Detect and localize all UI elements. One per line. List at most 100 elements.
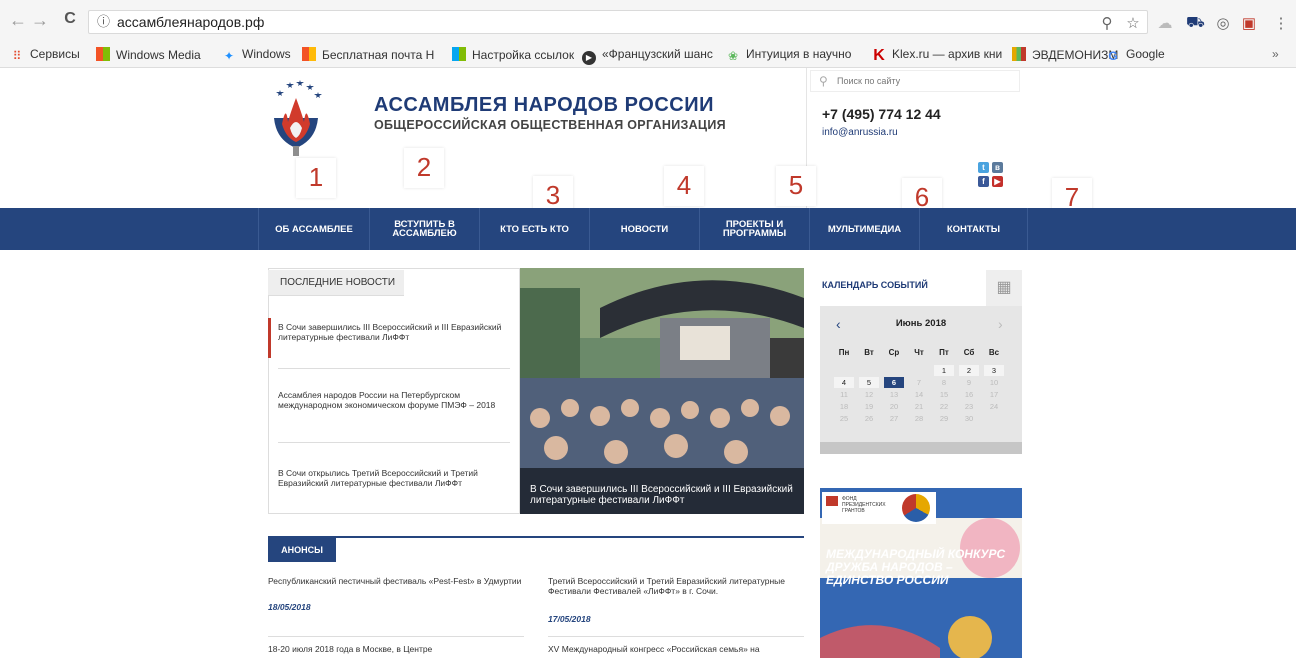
calendar-month: Июнь 2018 bbox=[895, 318, 947, 329]
calendar-day[interactable]: 28 bbox=[909, 413, 929, 424]
twitter-icon[interactable]: t bbox=[978, 162, 989, 173]
leaf-icon: ❀ bbox=[727, 49, 739, 63]
marker-2: 2 bbox=[404, 148, 444, 188]
calendar-day[interactable]: 15 bbox=[934, 389, 954, 400]
nav-contacts[interactable]: КОНТАКТЫ bbox=[920, 208, 1028, 250]
forward-button[interactable]: → bbox=[30, 10, 50, 31]
reload-button[interactable]: C bbox=[60, 10, 80, 28]
nav-about[interactable]: ОБ АССАМБЛЕЕ bbox=[258, 208, 370, 250]
bookmark-google[interactable]: G Google bbox=[1106, 47, 1164, 63]
bookmarks-bar: ⠿ Сервисы Windows Media ✦ Windows Бесплатн… bbox=[0, 44, 1296, 66]
bookmark-windows-media[interactable]: Windows Media bbox=[96, 47, 214, 62]
zoom-icon[interactable]: ⚲ bbox=[1098, 14, 1116, 32]
anons-item-2-title[interactable]: Третий Всероссийский и Третий Евразийски… bbox=[548, 576, 798, 596]
calendar-day[interactable]: 9 bbox=[959, 377, 979, 388]
latest-news-tab[interactable]: ПОСЛЕДНИЕ НОВОСТИ bbox=[268, 270, 404, 296]
calendar-day[interactable]: 27 bbox=[884, 413, 904, 424]
email-link[interactable]: info@anrussia.ru bbox=[822, 127, 898, 138]
apps-icon: ⠿ bbox=[12, 49, 22, 63]
calendar-day[interactable]: 25 bbox=[834, 413, 854, 424]
weekday-label: Чт bbox=[914, 348, 924, 357]
bookmark-french[interactable]: ▶ «Французский шанс bbox=[582, 47, 718, 65]
info-icon[interactable]: ⓘ bbox=[97, 11, 110, 33]
news-item-1[interactable]: В Сочи завершились III Всероссийский и I… bbox=[272, 322, 512, 342]
calendar-icon[interactable]: ▦ bbox=[986, 270, 1022, 306]
bookmark-windows[interactable]: ✦ Windows bbox=[222, 47, 302, 63]
calendar-day[interactable]: 4 bbox=[834, 377, 854, 388]
calendar-day[interactable]: 24 bbox=[984, 401, 1004, 412]
anons-divider bbox=[268, 636, 524, 637]
calendar-day[interactable]: 19 bbox=[859, 401, 879, 412]
nav-who-is-who[interactable]: КТО ЕСТЬ КТО bbox=[480, 208, 590, 250]
weekday-label: Пт bbox=[939, 348, 949, 357]
marker-4: 4 bbox=[664, 166, 704, 206]
address-bar[interactable]: ⓘ ассамблеянародов.рф bbox=[88, 10, 1148, 34]
calendar-day[interactable]: 7 bbox=[909, 377, 929, 388]
bookmark-mail[interactable]: Бесплатная почта Н bbox=[302, 47, 444, 62]
calendar-day[interactable]: 8 bbox=[934, 377, 954, 388]
back-button[interactable]: ← bbox=[8, 10, 28, 31]
nav-multimedia[interactable]: МУЛЬТИМЕДИА bbox=[810, 208, 920, 250]
calendar-day[interactable]: 18 bbox=[834, 401, 854, 412]
weekday-label: Пн bbox=[838, 348, 850, 357]
cart-icon[interactable]: ⛟ bbox=[1186, 14, 1205, 33]
google-icon: G bbox=[1108, 49, 1118, 63]
calendar-day[interactable]: 14 bbox=[909, 389, 929, 400]
site-subtitle: ОБЩЕРОССИЙСКАЯ ОБЩЕСТВЕННАЯ ОРГАНИЗАЦИЯ bbox=[374, 118, 726, 132]
browser-chrome: ← → C ⓘ ассамблеянародов.рф ⚲ ☆ ☁ ⛟ ◎ ▣ … bbox=[0, 0, 1296, 68]
calendar-day[interactable]: 21 bbox=[909, 401, 929, 412]
calendar-day[interactable]: 23 bbox=[959, 401, 979, 412]
anons-item-3-title[interactable]: 18-20 июля 2018 года в Москве, в Центре bbox=[268, 644, 530, 654]
site-search-input[interactable]: ⚲ Поиск по сайту bbox=[810, 70, 1020, 92]
bookmark-klex[interactable]: K Klex.ru — архив кни bbox=[872, 47, 1004, 63]
anons-item-4-title[interactable]: XV Международный конгресс «Российская се… bbox=[548, 644, 804, 654]
winxp-icon: ✦ bbox=[223, 49, 235, 63]
bookmark-intuition[interactable]: ❀ Интуиция в научно bbox=[726, 47, 858, 63]
star-icon[interactable]: ☆ bbox=[1124, 14, 1142, 32]
news-item-2[interactable]: Ассамблея народов России на Петербургско… bbox=[272, 390, 512, 410]
calendar-day[interactable]: 10 bbox=[984, 377, 1004, 388]
address-row: ← → C ⓘ ассамблеянародов.рф ⚲ ☆ ☁ ⛟ ◎ ▣ … bbox=[0, 6, 1296, 36]
calendar-day[interactable]: 20 bbox=[884, 401, 904, 412]
bookmarks-more[interactable]: » bbox=[1272, 47, 1279, 61]
calendar-day[interactable]: 3 bbox=[984, 365, 1004, 376]
calendar-next-button[interactable]: › bbox=[998, 316, 1003, 332]
calendar-day[interactable]: 30 bbox=[959, 413, 979, 424]
photo-caption[interactable]: В Сочи завершились III Всероссийский и I… bbox=[530, 484, 800, 506]
calendar-day[interactable]: 11 bbox=[834, 389, 854, 400]
calendar-day[interactable]: 22 bbox=[934, 401, 954, 412]
site-title[interactable]: АССАМБЛЕЯ НАРОДОВ РОССИИ bbox=[374, 94, 714, 117]
extension2-icon[interactable]: ◎ bbox=[1214, 14, 1232, 32]
calendar-day[interactable]: 6 bbox=[884, 377, 904, 388]
calendar-day[interactable]: 13 bbox=[884, 389, 904, 400]
calendar-day[interactable]: 16 bbox=[959, 389, 979, 400]
bookmark-evdemonism[interactable]: ЭВДЕМОНИЗМ bbox=[1012, 47, 1118, 62]
vk-icon[interactable]: в bbox=[992, 162, 1003, 173]
assembly-logo[interactable] bbox=[264, 78, 328, 158]
bookmark-services[interactable]: ⠿ Сервисы bbox=[10, 47, 80, 63]
calendar-day[interactable]: 1 bbox=[934, 365, 954, 376]
phone-number: +7 (495) 774 12 44 bbox=[822, 106, 941, 122]
anons-tab[interactable]: АНОНСЫ bbox=[268, 538, 336, 562]
calendar-day[interactable]: 12 bbox=[859, 389, 879, 400]
calendar-day[interactable]: 26 bbox=[859, 413, 879, 424]
fund-emblem-icon bbox=[902, 494, 930, 522]
anons-item-1-title[interactable]: Республиканский пестичный фестиваль «Pes… bbox=[268, 576, 530, 586]
calendar-day[interactable]: 29 bbox=[934, 413, 954, 424]
search-placeholder: Поиск по сайту bbox=[837, 76, 901, 86]
weekday-label: Ср bbox=[888, 348, 900, 357]
facebook-icon[interactable]: f bbox=[978, 176, 989, 187]
news-photo[interactable] bbox=[520, 268, 804, 514]
nav-projects[interactable]: ПРОЕКТЫ И ПРОГРАММЫ bbox=[700, 208, 810, 250]
calendar-day[interactable]: 5 bbox=[859, 377, 879, 388]
bookmark-links[interactable]: Настройка ссылок bbox=[452, 47, 574, 62]
news-item-3[interactable]: В Сочи открылись Третий Всероссийский и … bbox=[272, 468, 512, 488]
calendar-day[interactable]: 2 bbox=[959, 365, 979, 376]
extension-icon[interactable]: ☁ bbox=[1156, 14, 1174, 32]
calendar-day[interactable]: 17 bbox=[984, 389, 1004, 400]
nav-join[interactable]: ВСТУПИТЬ В АССАМБЛЕЮ bbox=[370, 208, 480, 250]
nav-news[interactable]: НОВОСТИ bbox=[590, 208, 700, 250]
youtube-icon[interactable]: ▶ bbox=[992, 176, 1003, 187]
pocket-icon[interactable]: ▣ bbox=[1240, 14, 1258, 32]
menu-icon[interactable]: ⋮ bbox=[1272, 14, 1290, 32]
